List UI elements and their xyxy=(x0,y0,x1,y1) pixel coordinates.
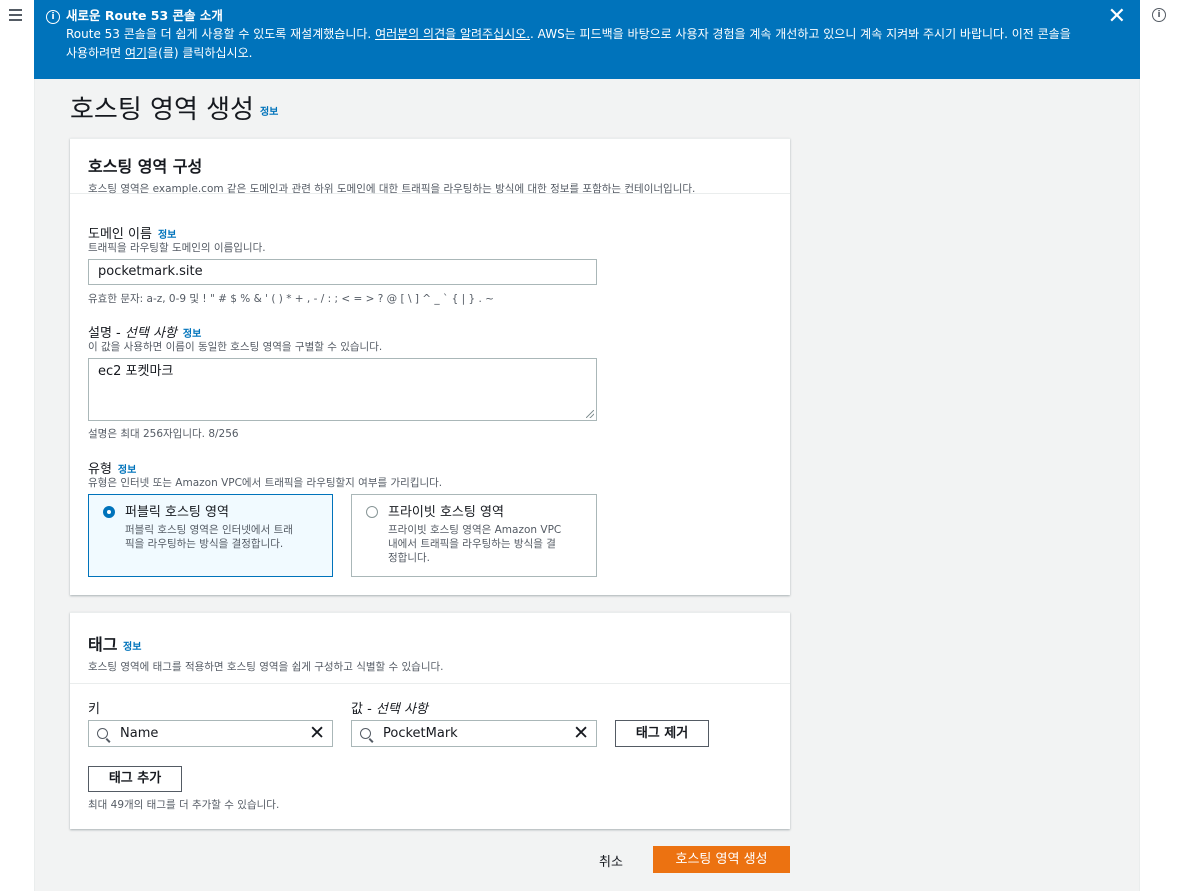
radio-selected-icon[interactable] xyxy=(103,506,115,518)
flash-title: 새로운 Route 53 콘솔 소개 xyxy=(66,8,223,23)
private-zone-option[interactable]: 프라이빗 호스팅 영역 프라이빗 호스팅 영역은 Amazon VPC 내에서 트… xyxy=(351,494,597,577)
config-panel: 호스팅 영역 구성 호스팅 영역은 example.com 같은 도메인과 관련… xyxy=(70,138,790,595)
radio-description: 퍼블릭 호스팅 영역은 인터넷에서 트래픽을 라우팅하는 방식을 결정합니다. xyxy=(125,523,320,551)
comment-value: ec2 포켓마크 xyxy=(98,364,174,379)
domain-name-input[interactable]: pocketmark.site xyxy=(88,259,597,285)
tags-panel-description: 호스팅 영역에 태그를 적용하면 호스팅 영역을 쉽게 구성하고 식별할 수 있… xyxy=(88,661,444,673)
menu-icon[interactable] xyxy=(9,9,22,24)
remove-tag-button[interactable]: 태그 제거 xyxy=(615,720,709,747)
info-icon: i xyxy=(46,10,60,24)
radio-description-line: 퍼블릭 호스팅 영역은 인터넷에서 트래 xyxy=(125,524,293,536)
flash-text: Route 53 콘솔을 더 쉽게 사용할 수 있도록 재설계했습니다. xyxy=(66,27,376,41)
flash-banner: i 새로운 Route 53 콘솔 소개 Route 53 콘솔을 더 쉽게 사… xyxy=(34,0,1140,79)
tag-value-label: 값 - 선택 사항 xyxy=(351,698,428,717)
search-icon xyxy=(360,728,371,739)
radio-description-line: 픽을 라우팅하는 방식을 결정합니다. xyxy=(125,538,284,550)
left-nav-rail xyxy=(0,0,35,891)
domain-name-description: 트래픽을 라우팅할 도메인의 이름입니다. xyxy=(88,242,266,254)
page-title-text: 호스팅 영역 생성 xyxy=(70,95,254,125)
domain-name-hint: 유효한 문자: a-z, 0-9 및 ! " # $ % & ' ( ) * +… xyxy=(88,293,494,305)
radio-unselected-icon[interactable] xyxy=(366,506,378,518)
right-help-rail: i xyxy=(1139,0,1178,891)
radio-title: 프라이빗 호스팅 영역 xyxy=(388,505,504,520)
tag-key-value: Name xyxy=(120,726,159,741)
help-info-icon[interactable]: i xyxy=(1152,8,1166,22)
tag-value-input[interactable]: PocketMark ✕ xyxy=(351,720,597,747)
type-description: 유형은 인터넷 또는 Amazon VPC에서 트래픽을 라우팅할지 여부를 가… xyxy=(88,477,443,489)
tag-value-label-optional: 선택 사항 xyxy=(375,702,428,717)
radio-title: 퍼블릭 호스팅 영역 xyxy=(125,505,229,520)
cancel-button[interactable]: 취소 xyxy=(599,851,623,870)
config-panel-title: 호스팅 영역 구성 xyxy=(88,157,203,176)
tag-limit-text: 최대 49개의 태그를 더 추가할 수 있습니다. xyxy=(88,799,280,811)
config-panel-description: 호스팅 영역은 example.com 같은 도메인과 관련 하위 도메인에 대… xyxy=(88,183,696,195)
resize-handle-icon[interactable] xyxy=(586,410,594,418)
page-info-link[interactable]: 정보 xyxy=(260,107,278,118)
flash-body: Route 53 콘솔을 더 쉽게 사용할 수 있도록 재설계했습니다. 여러분… xyxy=(66,25,1080,63)
comment-hint: 설명은 최대 256자입니다. 8/256 xyxy=(88,428,239,440)
page-title: 호스팅 영역 생성 정보 xyxy=(70,89,278,126)
radio-description-line: 프라이빗 호스팅 영역은 Amazon VPC xyxy=(388,524,562,536)
public-zone-option[interactable]: 퍼블릭 호스팅 영역 퍼블릭 호스팅 영역은 인터넷에서 트래픽을 라우팅하는 … xyxy=(88,494,333,577)
tag-key-label: 키 xyxy=(88,702,100,717)
close-icon[interactable]: ✕ xyxy=(1108,6,1126,28)
feedback-link[interactable]: 여러분의 의견을 알려주십시오. xyxy=(375,27,530,41)
tags-info-link[interactable]: 정보 xyxy=(123,642,141,653)
tag-value-value: PocketMark xyxy=(383,726,458,741)
comment-description: 이 값을 사용하면 이름이 동일한 호스팅 영역을 구별할 수 있습니다. xyxy=(88,341,383,353)
flash-text: 을(를) 클릭하십시오. xyxy=(147,46,253,60)
tags-panel-title-row: 태그 정보 xyxy=(88,631,772,655)
radio-description-line: 정합니다. xyxy=(388,552,430,564)
search-icon xyxy=(97,728,108,739)
clear-icon[interactable]: ✕ xyxy=(309,723,325,743)
tag-key-input[interactable]: Name ✕ xyxy=(88,720,333,747)
tags-panel-title: 태그 xyxy=(88,635,118,654)
tag-value-label-main: 값 - xyxy=(351,702,376,717)
create-hosted-zone-button[interactable]: 호스팅 영역 생성 xyxy=(653,846,790,873)
tags-panel: 태그 정보 호스팅 영역에 태그를 적용하면 호스팅 영역을 쉽게 구성하고 식… xyxy=(70,612,790,829)
clear-icon[interactable]: ✕ xyxy=(573,723,589,743)
add-tag-button[interactable]: 태그 추가 xyxy=(88,766,182,792)
comment-textarea[interactable]: ec2 포켓마크 xyxy=(88,358,597,421)
radio-description: 프라이빗 호스팅 영역은 Amazon VPC 내에서 트래픽을 라우팅하는 방식… xyxy=(388,523,584,565)
old-console-link[interactable]: 여기 xyxy=(125,46,147,60)
radio-description-line: 내에서 트래픽을 라우팅하는 방식을 결 xyxy=(388,538,556,550)
